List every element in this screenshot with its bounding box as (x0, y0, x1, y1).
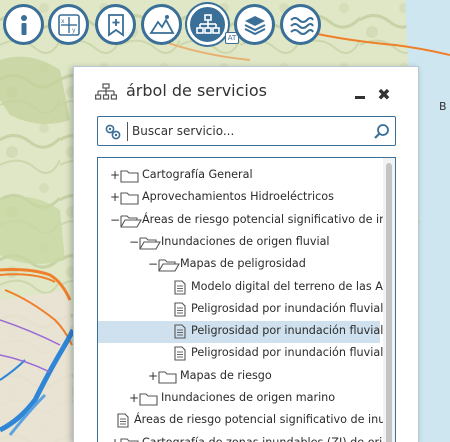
service-tree-icon (95, 83, 117, 100)
folder-icon (120, 190, 140, 209)
document-icon (174, 324, 186, 343)
expand-toggle[interactable]: + (110, 190, 120, 204)
tree-row-label: Peligrosidad por inundación fluvial T=50… (191, 346, 395, 360)
layers-icon (244, 15, 265, 35)
svg-text:x: x (61, 18, 65, 25)
panel-title: árbol de servicios (126, 81, 267, 100)
coordinates-button[interactable]: x y (48, 4, 89, 45)
info-icon (20, 14, 27, 35)
tree-row[interactable]: + Cartografía General (98, 165, 380, 187)
tree-row[interactable]: − Inundaciones de origen fluvial (98, 232, 380, 254)
folder-icon (139, 391, 159, 410)
minimize-button[interactable] (353, 89, 367, 103)
tree-row-label: Inundaciones de origen marino (161, 391, 336, 404)
service-tree-icon (195, 13, 220, 34)
bookmark-add-icon (107, 13, 124, 37)
coordinates-icon: x y (57, 13, 80, 36)
folder-open-icon (158, 257, 180, 276)
folder-icon (120, 168, 140, 187)
close-button[interactable]: ✖ (376, 87, 392, 103)
minimize-icon (355, 96, 365, 99)
filter-icon[interactable] (104, 123, 122, 141)
tree-row-label: Áreas de riesgo potencial significativo … (134, 413, 395, 427)
service-tree: + Cartografía General + Aprovechamientos Hi… (97, 157, 396, 442)
service-tree-button[interactable] (187, 4, 228, 45)
panel-header[interactable]: árbol de servicios ✖ (74, 67, 418, 117)
tree-row[interactable]: Peligrosidad por inundación fluvial T=10… (98, 299, 395, 321)
search-divider (127, 122, 128, 141)
info-button[interactable] (3, 4, 44, 45)
search-input[interactable] (132, 121, 362, 141)
bookmark-button[interactable] (95, 4, 136, 45)
search-box (97, 116, 396, 146)
tree-row-label: Inundaciones de origen fluvial (161, 234, 330, 248)
tree-row[interactable]: + Mapas de riesgo (98, 366, 380, 388)
tree-row-label: Peligrosidad por inundación fluvial T=10… (191, 324, 395, 338)
folder-open-icon (120, 213, 142, 232)
map-place-label: B (439, 100, 447, 113)
tree-row-label: Peligrosidad por inundación fluvial T=10… (191, 301, 395, 315)
tree-row-label: Mapas de riesgo (180, 368, 272, 382)
collapse-toggle[interactable]: − (129, 235, 139, 249)
toolbar: x y AT (0, 0, 450, 50)
tree-row-label: Mapas de peligrosidad (180, 257, 306, 271)
tree-row[interactable]: Peligrosidad por inundación fluvial T=50… (98, 343, 395, 365)
service-tree-panel: árbol de servicios ✖ + Cartografía Genera… (73, 66, 419, 442)
folder-icon (120, 436, 140, 442)
tree-row[interactable]: − Mapas de peligrosidad (98, 254, 380, 276)
expand-toggle[interactable]: + (129, 391, 139, 405)
document-icon (174, 346, 186, 365)
scrollbar[interactable] (383, 158, 395, 442)
tree-row-label: Aprovechamientos Hidroeléctricos (142, 190, 334, 204)
tree-row-label: Cartografía de zonas inundables (ZI) de … (142, 436, 395, 442)
svg-text:y: y (72, 27, 76, 34)
expand-toggle[interactable]: + (110, 168, 120, 182)
expand-toggle[interactable]: + (148, 369, 158, 383)
document-icon (117, 413, 129, 432)
tree-row[interactable]: + Inundaciones de origen marino (98, 388, 380, 410)
folder-icon (158, 369, 178, 388)
search-icon[interactable] (373, 123, 390, 140)
collapse-toggle[interactable]: − (110, 213, 120, 227)
tree-row-label: Áreas de riesgo potencial significativo … (142, 212, 395, 226)
close-icon: ✖ (377, 85, 391, 104)
folder-open-icon (139, 235, 161, 254)
collapse-toggle[interactable]: − (148, 257, 158, 271)
mountain-map-icon (148, 14, 175, 34)
document-icon (174, 302, 186, 321)
water-button[interactable] (280, 4, 321, 45)
tree-row[interactable]: Modelo digital del terreno de las ARPSI (98, 277, 395, 299)
document-icon (174, 279, 186, 299)
tree-row[interactable]: + Cartografía de zonas inundables (ZI) de… (98, 433, 395, 442)
scroll-thumb[interactable] (386, 163, 392, 442)
map-button[interactable] (141, 4, 182, 45)
tree-row-label: Modelo digital del terreno de las ARPSI (191, 279, 396, 293)
layers-button[interactable] (234, 4, 275, 45)
tree-row-label: Cartografía General (142, 168, 253, 181)
tree-row[interactable]: + Aprovechamientos Hidroeléctricos (98, 187, 380, 209)
tree-row[interactable]: Áreas de riesgo potencial significativo … (98, 410, 395, 432)
waves-icon (289, 16, 314, 35)
expand-toggle[interactable]: + (110, 436, 120, 442)
tree-row[interactable]: Peligrosidad por inundación fluvial T=10… (98, 321, 395, 344)
tree-row[interactable]: − Áreas de riesgo potencial significativo… (98, 210, 395, 232)
